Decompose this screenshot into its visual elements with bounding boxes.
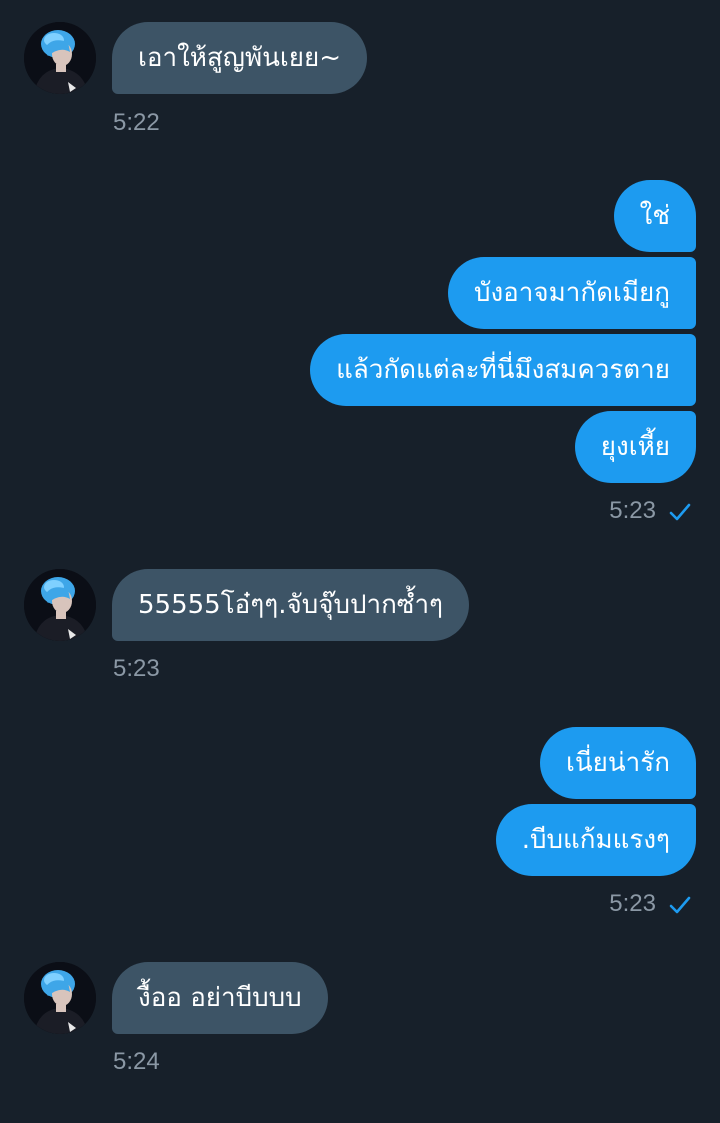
outgoing-message[interactable]: .บีบแก้มแรงๆ — [495, 804, 696, 876]
message-timestamp: 5:24 — [113, 1048, 160, 1075]
message-timestamp: 5:23 — [609, 890, 656, 917]
message-text: บังอาจมากัดเมียกู — [473, 278, 670, 308]
incoming-message[interactable]: งื้ออ อย่าบีบบบ — [112, 962, 328, 1034]
checkmark-icon — [669, 896, 691, 914]
incoming-message[interactable]: เอาให้สูญพันเยย~ — [112, 22, 368, 94]
message-timestamp: 5:23 — [113, 655, 160, 682]
contact-avatar[interactable] — [24, 569, 96, 641]
outgoing-message[interactable]: ใช่ — [613, 180, 696, 252]
contact-avatar[interactable] — [24, 962, 96, 1034]
outgoing-message[interactable]: บังอาจมากัดเมียกู — [447, 257, 696, 329]
message-text: งื้ออ อย่าบีบบบ — [138, 983, 302, 1013]
message-text: แล้วกัดแต่ละที่นี่มึงสมควรตาย — [336, 355, 670, 385]
outgoing-message[interactable]: แล้วกัดแต่ละที่นี่มึงสมควรตาย — [310, 334, 696, 406]
message-timestamp: 5:23 — [609, 497, 656, 524]
message-text: 55555โอ๋ๆๆ.จับจุ๊บปากซ้ำๆ — [138, 590, 444, 620]
outgoing-message[interactable]: เนี่ยน่ารัก — [540, 727, 696, 799]
message-text: เอาให้สูญพันเยย~ — [138, 43, 342, 73]
message-text: .บีบแก้มแรงๆ — [521, 825, 670, 855]
incoming-message[interactable]: 55555โอ๋ๆๆ.จับจุ๊บปากซ้ำๆ — [112, 569, 470, 641]
message-text: ใช่ — [639, 201, 670, 231]
message-text: เนี่ยน่ารัก — [566, 748, 670, 778]
message-timestamp: 5:22 — [113, 109, 160, 136]
outgoing-message[interactable]: ยุงเหี้ย — [574, 411, 696, 483]
conversation-thread: เอาให้สูญพันเยย~ 5:22 ใช่ บังอาจมากัดเมี… — [0, 0, 720, 1123]
message-text: ยุงเหี้ย — [600, 432, 670, 462]
checkmark-icon — [669, 503, 691, 521]
contact-avatar[interactable] — [24, 22, 96, 94]
